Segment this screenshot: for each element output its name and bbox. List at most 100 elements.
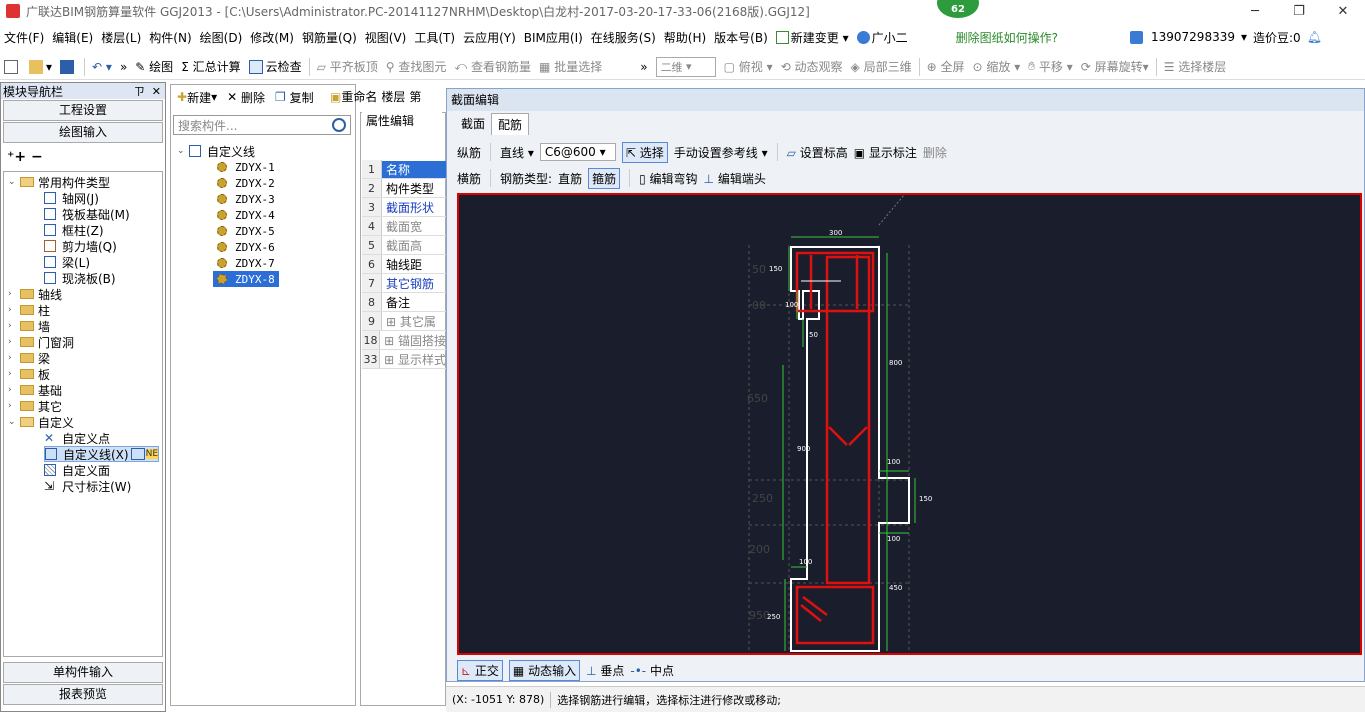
- expand-collapse-icons[interactable]: ⁺+ −: [7, 149, 43, 165]
- single-input-button[interactable]: 单构件输入: [3, 662, 163, 683]
- batch-select-button[interactable]: ▦ 批量选择: [535, 58, 606, 75]
- expand-icon[interactable]: ⊞: [384, 334, 394, 348]
- draw-input-button[interactable]: 绘图输入: [3, 122, 163, 143]
- tree-item-beam[interactable]: 梁(L): [44, 254, 90, 270]
- edit-hook-button[interactable]: ▯ 编辑弯钩: [639, 170, 697, 187]
- long-bar-button[interactable]: 纵筋: [457, 144, 481, 161]
- rename-button[interactable]: ▣重命名: [330, 88, 377, 105]
- overflow-icon[interactable]: »: [116, 60, 131, 74]
- undo-icon[interactable]: ↶ ▾: [88, 60, 116, 74]
- open-folder-icon[interactable]: ▾: [25, 59, 56, 74]
- minimize-button[interactable]: ─: [1233, 0, 1277, 22]
- menu-version[interactable]: 版本号(B): [710, 29, 772, 46]
- tree-folder-wall[interactable]: › 墙: [8, 318, 50, 334]
- dynamic-input-toggle[interactable]: ▦ 动态输入: [508, 659, 581, 681]
- restore-button[interactable]: ❐: [1277, 0, 1321, 22]
- perpendicular-snap[interactable]: ⊥ 垂点: [586, 662, 624, 679]
- tree-folder-custom[interactable]: ⌄ 自定义: [8, 414, 74, 430]
- view-rebar-button[interactable]: ⤺ 查看钢筋量: [450, 58, 535, 75]
- section-drawing-canvas[interactable]: 50 00 650 250 200 950 300 150 100 50 900…: [457, 193, 1362, 655]
- prop-row[interactable]: 6 轴线距: [362, 255, 446, 274]
- menu-component[interactable]: 构件(N): [145, 29, 195, 46]
- pin-icon[interactable]: ㄗ: [134, 85, 145, 98]
- menu-tools[interactable]: 工具(T): [410, 29, 459, 46]
- tree-common-types[interactable]: ⌄ 常用构件类型: [8, 174, 110, 190]
- prop-row[interactable]: 8 备注: [362, 293, 446, 312]
- menu-draw[interactable]: 绘图(D): [196, 29, 247, 46]
- cloud-check-button[interactable]: 云检查: [245, 58, 306, 75]
- list-item[interactable]: ZDYX-5: [217, 223, 275, 239]
- find-element-button[interactable]: ⚲ 查找图元: [382, 58, 451, 75]
- tree-folder-column[interactable]: › 柱: [8, 302, 50, 318]
- report-preview-button[interactable]: 报表预览: [3, 684, 163, 705]
- zoom-button[interactable]: ⊙ 缩放 ▾: [968, 58, 1024, 75]
- more-button[interactable]: 第: [409, 88, 421, 105]
- menu-modify[interactable]: 修改(M): [246, 29, 298, 46]
- prop-row[interactable]: 1 名称: [362, 160, 446, 179]
- tree-item-custom-point[interactable]: ✕ 自定义点: [44, 430, 110, 446]
- fullscreen-button[interactable]: ⊕ 全屏: [923, 58, 969, 75]
- set-elevation-button[interactable]: ▱ 设置标高: [787, 144, 848, 161]
- rotate-button[interactable]: ⟳ 屏幕旋转 ▾: [1077, 58, 1153, 75]
- menu-help[interactable]: 帮助(H): [660, 29, 710, 46]
- list-item[interactable]: ZDYX-4: [217, 207, 275, 223]
- stirrup-button[interactable]: 箍筋: [588, 167, 621, 189]
- show-label-button[interactable]: ▣ 显示标注: [854, 144, 917, 161]
- ortho-toggle[interactable]: ⊾ 正交: [457, 659, 503, 681]
- straight-bar-button[interactable]: 直筋: [558, 170, 582, 187]
- select-tool-button[interactable]: ⇱ 选择: [621, 141, 668, 163]
- prop-row[interactable]: 33 ⊞ 显示样式: [362, 350, 446, 369]
- save-icon[interactable]: [56, 59, 81, 74]
- bean-count[interactable]: 造价豆:0: [1253, 29, 1301, 46]
- view-mode-select[interactable]: 二维 ▾: [655, 56, 716, 77]
- tree-item-shearwall[interactable]: 剪力墙(Q): [44, 238, 117, 254]
- tree-item-custom-face[interactable]: 自定义面: [44, 462, 110, 478]
- prop-row[interactable]: 5 截面高: [362, 236, 446, 255]
- draw-button[interactable]: ✎ 绘图: [131, 58, 177, 75]
- user-phone[interactable]: 13907298339: [1151, 30, 1235, 44]
- menu-edit[interactable]: 编辑(E): [48, 29, 97, 46]
- tree-folder-axis[interactable]: › 轴线: [8, 286, 62, 302]
- tab-property-edit[interactable]: 属性编辑: [362, 112, 442, 132]
- dynamic-observe-button[interactable]: ⟲ 动态观察: [777, 58, 847, 75]
- prop-row[interactable]: 9 ⊞ 其它属: [362, 312, 446, 331]
- menu-floor[interactable]: 楼层(L): [97, 29, 145, 46]
- pan-button[interactable]: ✋︎ 平移 ▾: [1024, 58, 1077, 75]
- tree-item-custom-line[interactable]: 自定义线(X) NE: [44, 446, 160, 462]
- overflow-icon-2[interactable]: »: [636, 60, 651, 74]
- menu-file[interactable]: 文件(F): [0, 29, 48, 46]
- list-item[interactable]: ZDYX-3: [217, 191, 275, 207]
- project-settings-button[interactable]: 工程设置: [3, 100, 163, 121]
- tree-folder-other[interactable]: › 其它: [8, 398, 62, 414]
- edit-end-button[interactable]: ⊥ 编辑端头: [704, 170, 766, 187]
- menu-view[interactable]: 视图(V): [361, 29, 411, 46]
- menu-bim[interactable]: BIM应用(I): [520, 29, 587, 46]
- tree-folder-slab[interactable]: › 板: [8, 366, 50, 382]
- bell-icon[interactable]: 🔔︎: [1307, 30, 1322, 44]
- prop-row[interactable]: 2 构件类型: [362, 179, 446, 198]
- tree-item-column[interactable]: 框柱(Z): [44, 222, 104, 238]
- chevron-down-icon[interactable]: ▾: [1241, 30, 1247, 44]
- component-search-input[interactable]: 搜索构件...: [173, 115, 351, 135]
- expand-icon[interactable]: ⊞: [384, 353, 394, 367]
- tab-section[interactable]: 截面: [455, 113, 491, 135]
- delete-rebar-button[interactable]: 删除: [923, 144, 947, 161]
- spec-select[interactable]: C6@600 ▾: [539, 143, 616, 161]
- tab-rebar[interactable]: 配筋: [491, 113, 530, 135]
- close-button[interactable]: ✕: [1321, 0, 1365, 22]
- tree-item-dimension[interactable]: ⇲ 尺寸标注(W): [44, 478, 131, 494]
- trans-bar-button[interactable]: 横筋: [457, 170, 481, 187]
- tree-item-raft[interactable]: 筏板基础(M): [44, 206, 130, 222]
- tree-folder-beam[interactable]: › 梁: [8, 350, 50, 366]
- floor-button[interactable]: 楼层: [381, 88, 405, 105]
- xiaoer-menu[interactable]: 广小二: [853, 29, 912, 46]
- search-icon[interactable]: [332, 118, 346, 132]
- manual-ref-button[interactable]: 手动设置参考线 ▾: [674, 144, 768, 161]
- help-hint-link[interactable]: 删除图纸如何操作?: [952, 29, 1062, 46]
- list-item[interactable]: ZDYX-1: [217, 159, 275, 175]
- menu-cloud[interactable]: 云应用(Y): [459, 29, 520, 46]
- sum-calc-button[interactable]: Σ 汇总计算: [177, 58, 244, 75]
- new-change-menu[interactable]: 新建变更 ▾: [772, 29, 853, 46]
- line-select[interactable]: 直线 ▾: [500, 144, 534, 161]
- close-icon[interactable]: ✕: [152, 85, 161, 98]
